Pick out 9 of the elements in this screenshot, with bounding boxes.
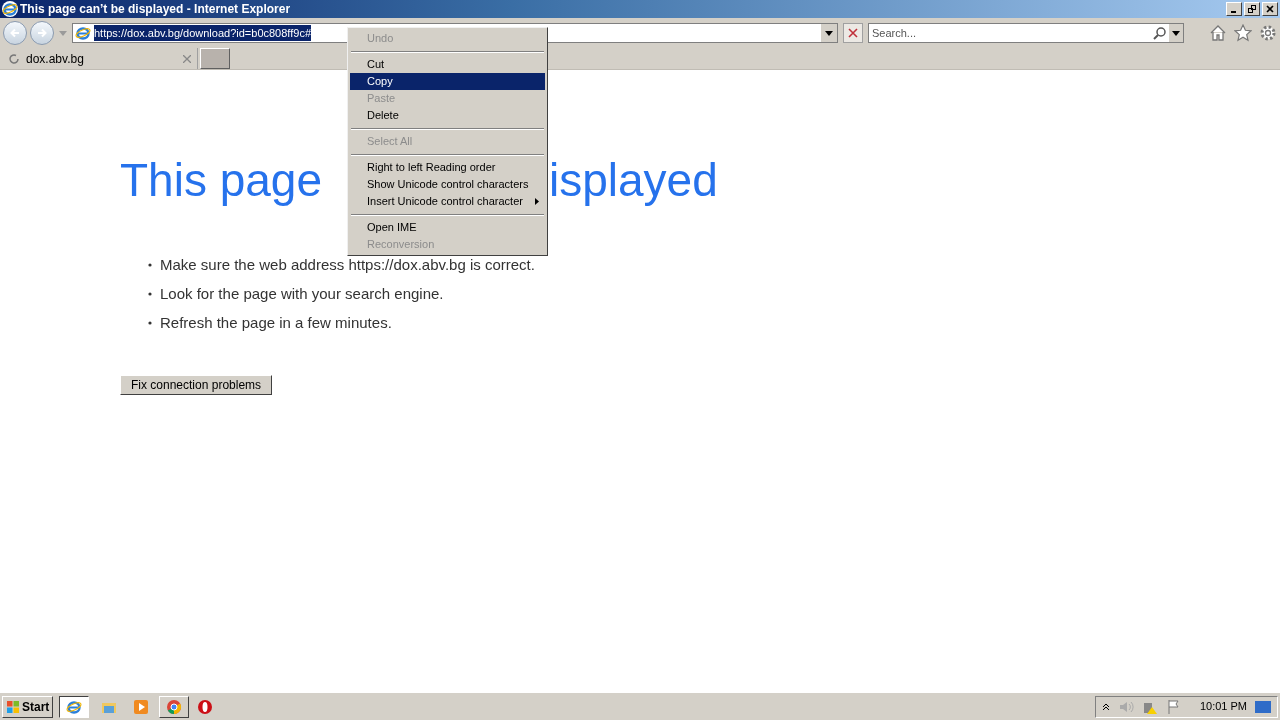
suggestion-text: Refresh the page in a few minutes. [160, 314, 392, 331]
error-heading: isplayed [549, 153, 718, 208]
suggestion-text: Make sure the web address https://dox.abv.bg is correct. [160, 256, 535, 273]
address-text: https://dox.abv.bg/download?id=b0c808ff9c# [94, 24, 311, 42]
tab-label: dox.abv.bg [26, 50, 85, 68]
suggestion-text: Look for the page with your search engine. [160, 285, 444, 302]
window-title: This page can’t be displayed - Internet Explorer [20, 1, 291, 18]
clock: 10:01 PM [1199, 699, 1247, 715]
error-heading: This page [120, 154, 322, 206]
